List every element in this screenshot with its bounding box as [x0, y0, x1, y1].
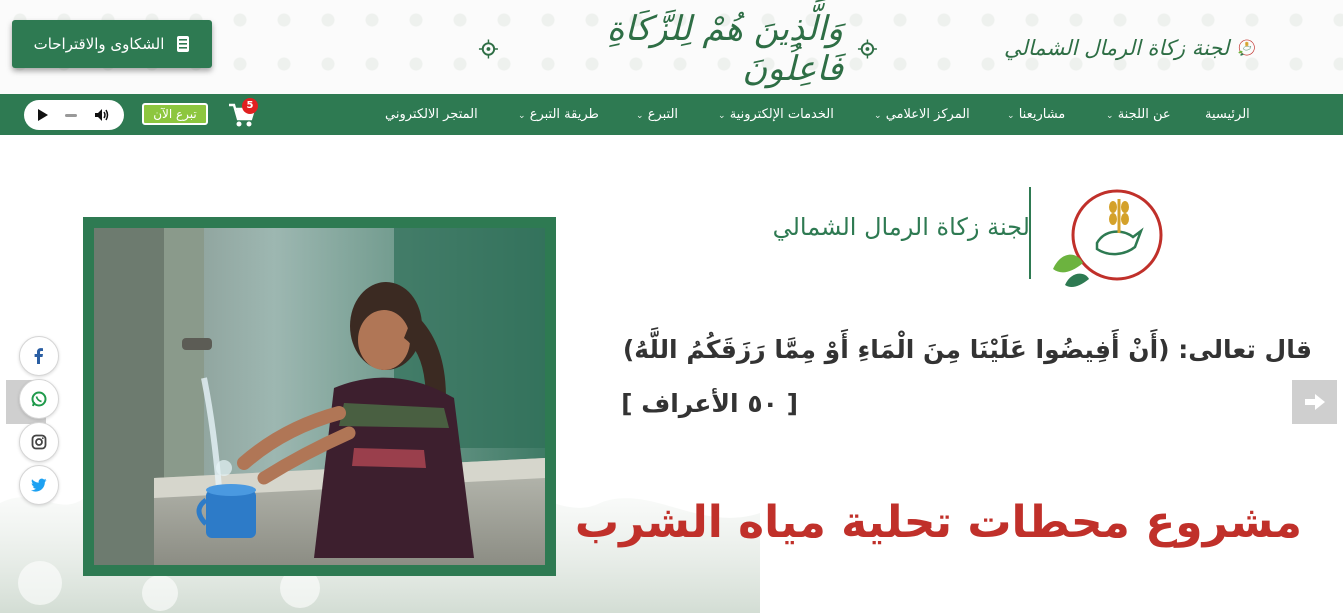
committee-name: لجنة زكاة الرمال الشمالي: [772, 213, 1030, 241]
twitter-icon: [31, 478, 47, 492]
nav-item-about[interactable]: ⌄ عن اللجنة: [1102, 94, 1171, 135]
cart-count-badge: 5: [242, 98, 258, 114]
chevron-down-icon: ⌄: [1007, 111, 1015, 121]
nav-item-label: الخدمات الإلكترونية: [729, 107, 834, 122]
arrow-right-icon: [1304, 394, 1325, 410]
nav-item-store[interactable]: المتجر الالكتروني: [385, 94, 478, 135]
hero-image: [94, 228, 545, 565]
nav-item-media-center[interactable]: ⌄ المركز الاعلامي: [870, 94, 970, 135]
nav-item-home[interactable]: الرئيسية: [1205, 94, 1250, 135]
chevron-down-icon: ⌄: [518, 111, 526, 121]
whatsapp-button[interactable]: [19, 379, 59, 419]
hero-slider: لجنة زكاة الرمال الشمالي قال تعالى: (أَن…: [0, 135, 1343, 613]
chevron-down-icon: ⌄: [874, 111, 882, 121]
committee-logo: [1053, 189, 1163, 287]
nav-item-label: عن اللجنة: [1117, 107, 1171, 122]
audio-player[interactable]: [24, 100, 124, 130]
play-icon[interactable]: [38, 109, 49, 121]
instagram-button[interactable]: [19, 422, 59, 462]
slogan-text: وَالَّذِينَ هُمْ لِلزَّكَاةِ فَاعِلُونَ: [606, 9, 844, 89]
nav-item-label: المركز الاعلامي: [885, 107, 970, 122]
volume-icon[interactable]: [94, 108, 110, 122]
nav-item-label: التبرع: [647, 107, 679, 122]
chevron-down-icon: ⌄: [718, 111, 726, 121]
facebook-icon: [34, 348, 43, 364]
nav-item-donation-method[interactable]: ⌄ طريقة التبرع: [514, 94, 599, 135]
quran-verse: قال تعالى: (أَنْ أَفِيضُوا عَلَيْنَا مِن…: [622, 335, 1312, 364]
seek-bar[interactable]: [64, 113, 77, 117]
verse-reference: [ ٥٠ الأعراف ]: [621, 389, 798, 418]
nav-item-label: الرئيسية: [1205, 107, 1250, 122]
hero-image-frame: [83, 217, 556, 576]
whatsapp-icon: [31, 391, 47, 407]
chevron-down-icon: ⌄: [1106, 111, 1114, 121]
chevron-down-icon: ⌄: [636, 111, 644, 121]
complaints-label: الشكاوى والاقتراحات: [33, 35, 165, 53]
nav-item-label: طريقة التبرع: [529, 107, 599, 122]
site-header: الشكاوى والاقتراحات وَالَّذِينَ هُمْ لِل…: [0, 0, 1343, 94]
nav-item-label: مشاريعنا: [1018, 107, 1066, 122]
project-title: مشروع محطات تحلية مياه الشرب: [574, 497, 1302, 548]
ornament-icon: [478, 39, 498, 59]
complaints-button[interactable]: الشكاوى والاقتراحات: [12, 20, 212, 68]
instagram-icon: [31, 434, 47, 450]
brand[interactable]: لجنة زكاة الرمال الشمالي: [1004, 6, 1256, 90]
nav-item-donate[interactable]: ⌄ التبرع: [632, 94, 678, 135]
donate-now-button[interactable]: تبرع الآن: [142, 103, 208, 125]
nav-item-e-services[interactable]: ⌄ الخدمات الإلكترونية: [714, 94, 834, 135]
brand-name: لجنة زكاة الرمال الشمالي: [1004, 36, 1230, 60]
slogan: وَالَّذِينَ هُمْ لِلزَّكَاةِ فَاعِلُونَ: [478, 9, 878, 89]
ornament-icon: [858, 39, 878, 59]
brand-logo: [1238, 39, 1255, 56]
nav-item-projects[interactable]: ⌄ مشاريعنا: [1003, 94, 1065, 135]
document-icon: [177, 36, 190, 52]
facebook-button[interactable]: [19, 336, 59, 376]
nav-item-label: المتجر الالكتروني: [385, 107, 478, 122]
slider-next-button[interactable]: [1292, 380, 1337, 424]
twitter-button[interactable]: [19, 465, 59, 505]
